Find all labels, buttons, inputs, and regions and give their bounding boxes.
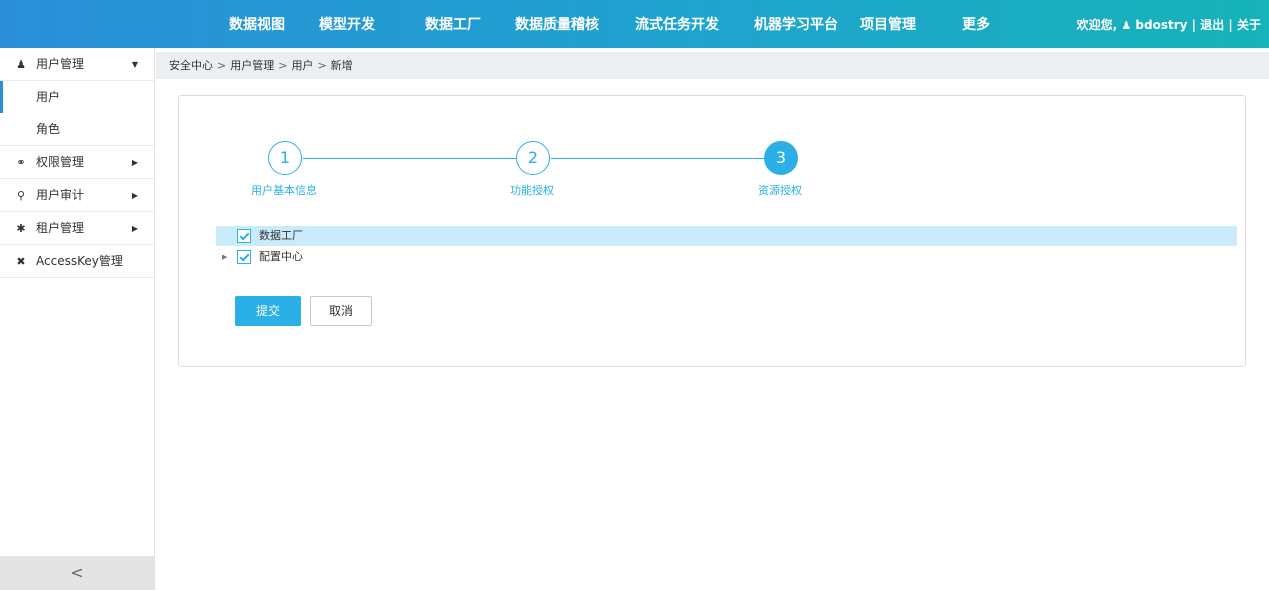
content-panel: 1 2 3 用户基本信息 功能授权 资源授权 数据工厂 ▶ 配置中心 提交 取消 xyxy=(178,95,1246,367)
chevron-right-icon: ▶ xyxy=(131,224,138,233)
sidebar-item-audit[interactable]: ⚲ 用户审计 ▶ xyxy=(0,179,154,212)
sidebar-item-label: 用户审计 xyxy=(36,188,85,202)
tree-node-label: 数据工厂 xyxy=(259,229,303,242)
sidebar-subitem-user[interactable]: 用户 xyxy=(0,81,154,113)
key-icon: ⚭ xyxy=(16,156,26,169)
breadcrumb-item[interactable]: 用户 xyxy=(291,59,313,72)
checkbox-checked[interactable] xyxy=(237,250,251,264)
divider: | xyxy=(1228,18,1233,32)
breadcrumb-current: 新增 xyxy=(330,59,353,72)
sidebar-item-accesskey[interactable]: ✖ AccessKey管理 xyxy=(0,245,154,278)
nav-data-factory[interactable]: 数据工厂 xyxy=(425,0,481,48)
nav-project-mgmt[interactable]: 项目管理 xyxy=(860,0,916,48)
breadcrumb-item[interactable]: 安全中心 xyxy=(169,59,213,72)
logout-link[interactable]: 退出 xyxy=(1200,18,1224,32)
breadcrumb-separator: > xyxy=(217,59,227,72)
user-icon: ♟ xyxy=(1121,19,1132,32)
breadcrumb-separator: > xyxy=(278,59,288,72)
sidebar: ♟ 用户管理 ▼ 用户 角色 ⚭ 权限管理 ▶ ⚲ 用户审计 ▶ ✱ 租户管理 … xyxy=(0,48,155,590)
expand-arrow-icon[interactable]: ▶ xyxy=(222,253,227,261)
checkbox-checked[interactable] xyxy=(237,229,251,243)
step-1-label: 用户基本信息 xyxy=(251,184,317,197)
step-1-circle: 1 xyxy=(268,141,302,175)
nav-data-quality[interactable]: 数据质量稽核 xyxy=(515,0,599,48)
sidebar-subitem-role[interactable]: 角色 xyxy=(0,113,154,146)
nav-data-view[interactable]: 数据视图 xyxy=(229,0,285,48)
gear-icon: ✱ xyxy=(16,222,26,235)
submit-button[interactable]: 提交 xyxy=(235,296,301,326)
welcome-text: 欢迎您, xyxy=(1076,18,1118,32)
chevron-right-icon: ▶ xyxy=(131,191,138,200)
users-icon: ♟ xyxy=(16,58,26,71)
about-link[interactable]: 关于 xyxy=(1237,18,1261,32)
sidebar-item-permission[interactable]: ⚭ 权限管理 ▶ xyxy=(0,146,154,179)
step-3-label: 资源授权 xyxy=(758,184,802,197)
sidebar-item-tenant[interactable]: ✱ 租户管理 ▶ xyxy=(0,212,154,245)
tree-node-label: 配置中心 xyxy=(259,250,303,263)
step-2-label: 功能授权 xyxy=(510,184,554,197)
user-area: 欢迎您, ♟ bdostry | 退出 | 关于 xyxy=(1077,0,1261,48)
sidebar-item-label: AccessKey管理 xyxy=(36,254,123,268)
top-navigation-bar: 数据视图 模型开发 数据工厂 数据质量稽核 流式任务开发 机器学习平台 项目管理… xyxy=(0,0,1269,48)
nav-ml-platform[interactable]: 机器学习平台 xyxy=(754,0,838,48)
tree-node-data-factory[interactable]: 数据工厂 xyxy=(216,226,1237,246)
chevron-right-icon: ▶ xyxy=(131,158,138,167)
sidebar-item-label: 权限管理 xyxy=(36,155,85,169)
divider: | xyxy=(1191,18,1197,32)
breadcrumb-separator: > xyxy=(317,59,327,72)
step-2-circle: 2 xyxy=(516,141,550,175)
sidebar-item-label: 租户管理 xyxy=(36,221,85,235)
username: bdostry xyxy=(1135,18,1188,32)
nav-model-dev[interactable]: 模型开发 xyxy=(319,0,375,48)
sidebar-item-label: 角色 xyxy=(36,122,61,136)
nav-more[interactable]: 更多 xyxy=(962,0,990,48)
sidebar-collapse-button[interactable]: < xyxy=(0,556,154,590)
step-connector xyxy=(551,158,764,159)
sidebar-item-label: 用户 xyxy=(36,90,61,104)
wrench-icon: ✖ xyxy=(16,255,26,268)
sidebar-item-user-mgmt[interactable]: ♟ 用户管理 ▼ xyxy=(0,48,154,81)
breadcrumb: 安全中心 > 用户管理 > 用户 > 新增 xyxy=(156,52,1269,79)
search-icon: ⚲ xyxy=(16,189,26,202)
breadcrumb-item[interactable]: 用户管理 xyxy=(230,59,274,72)
sidebar-item-label: 用户管理 xyxy=(36,57,85,71)
tree-node-config-center[interactable]: ▶ 配置中心 xyxy=(216,247,1237,267)
chevron-down-icon: ▼ xyxy=(131,60,138,69)
step-connector xyxy=(303,158,516,159)
nav-stream-task[interactable]: 流式任务开发 xyxy=(635,0,719,48)
step-3-circle: 3 xyxy=(764,141,798,175)
cancel-button[interactable]: 取消 xyxy=(310,296,372,326)
